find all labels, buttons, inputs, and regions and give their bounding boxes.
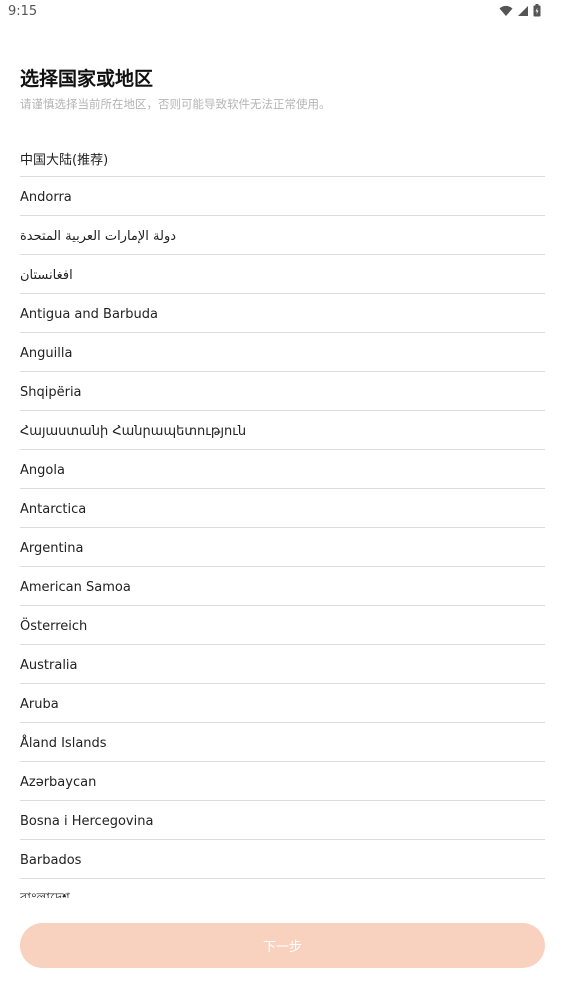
region-list-item[interactable]: Azərbaycan — [20, 762, 545, 801]
region-name: Azərbaycan — [20, 774, 97, 790]
page-title: 选择国家或地区 — [20, 68, 154, 90]
region-name: Shqipëria — [20, 384, 82, 400]
region-list-item[interactable]: Australia — [20, 645, 545, 684]
region-list-item[interactable]: Österreich — [20, 606, 545, 645]
status-time: 9:15 — [8, 4, 38, 19]
page-subtitle: 请谨慎选择当前所在地区，否则可能导致软件无法正常使用。 — [20, 97, 331, 111]
region-list-item[interactable]: دولة الإمارات العربية المتحدة — [20, 216, 545, 255]
cell-signal-icon — [517, 5, 529, 17]
region-name: 中国大陆(推荐) — [20, 152, 109, 168]
region-list[interactable]: 中国大陆(推荐) Andorra دولة الإمارات العربية الم… — [20, 138, 545, 898]
region-name: Antarctica — [20, 501, 87, 517]
region-name: American Samoa — [20, 579, 131, 595]
status-icons — [499, 4, 541, 17]
region-list-item[interactable]: Antarctica — [20, 489, 545, 528]
region-list-item[interactable]: বাংলাদেশ — [20, 879, 545, 899]
region-list-item[interactable]: 中国大陆(推荐) — [20, 138, 545, 177]
region-list-item[interactable]: Anguilla — [20, 333, 545, 372]
region-name: Andorra — [20, 189, 72, 205]
region-list-item[interactable]: Antigua and Barbuda — [20, 294, 545, 333]
region-list-item[interactable]: Angola — [20, 450, 545, 489]
region-list-item[interactable]: Aruba — [20, 684, 545, 723]
region-list-item[interactable]: Shqipëria — [20, 372, 545, 411]
region-list-item[interactable]: افغانستان — [20, 255, 545, 294]
region-list-item[interactable]: American Samoa — [20, 567, 545, 606]
region-name: Bosna i Hercegovina — [20, 813, 154, 829]
region-name: Antigua and Barbuda — [20, 306, 158, 322]
region-name: Österreich — [20, 618, 88, 634]
region-name: Australia — [20, 657, 78, 673]
region-list-item[interactable]: Barbados — [20, 840, 545, 879]
next-button[interactable]: 下一步 — [20, 923, 545, 968]
wifi-icon — [499, 5, 513, 17]
status-bar: 9:15 — [0, 0, 565, 24]
region-name: Anguilla — [20, 345, 73, 361]
region-list-item[interactable]: Andorra — [20, 177, 545, 216]
region-list-items: 中国大陆(推荐) Andorra دولة الإمارات العربية الم… — [20, 138, 545, 898]
region-list-item[interactable]: Åland Islands — [20, 723, 545, 762]
region-select-screen: 9:15 选择国家或地区 请谨慎选择当前所在地区，否则可能导致软件无法正常使用。… — [0, 0, 565, 1004]
region-name: Aruba — [20, 696, 59, 712]
region-name: Հայաստանի Հանրապետություն — [20, 423, 247, 439]
region-name: Åland Islands — [20, 735, 107, 751]
region-list-item[interactable]: Հայաստանի Հանրապետություն — [20, 411, 545, 450]
battery-icon — [533, 4, 541, 17]
region-name: বাংলাদেশ — [20, 890, 70, 899]
region-list-item[interactable]: Bosna i Hercegovina — [20, 801, 545, 840]
region-name: Barbados — [20, 852, 82, 868]
region-name: Angola — [20, 462, 65, 478]
region-name: افغانستان — [20, 267, 73, 283]
region-name: دولة الإمارات العربية المتحدة — [20, 228, 177, 244]
region-list-item[interactable]: Argentina — [20, 528, 545, 567]
region-name: Argentina — [20, 540, 84, 556]
